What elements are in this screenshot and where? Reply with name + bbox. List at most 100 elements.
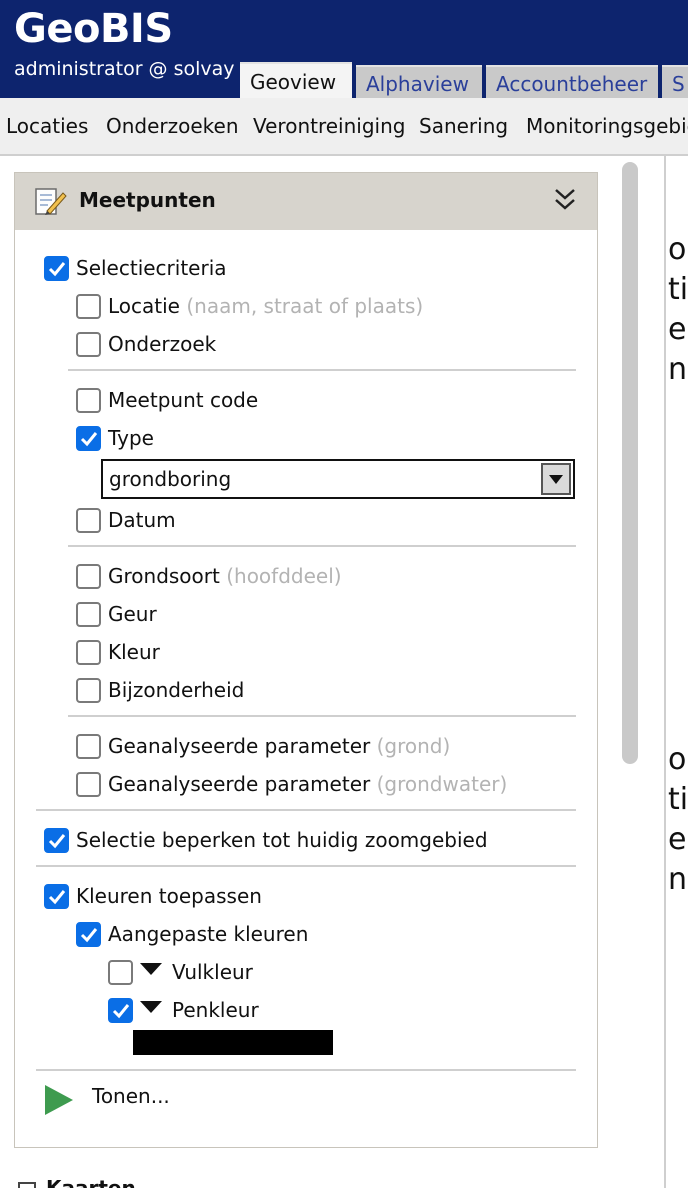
onderzoek-checkbox[interactable] bbox=[76, 332, 101, 357]
nav-onderzoeken[interactable]: Onderzoeken bbox=[106, 114, 239, 138]
app-header: GeoBIS administrator @ solvay Geoview Al… bbox=[0, 0, 688, 99]
user-info: administrator @ solvay bbox=[14, 58, 235, 80]
bijzonderheid-checkbox[interactable] bbox=[76, 678, 101, 703]
tonen-button[interactable]: Tonen... bbox=[92, 1084, 170, 1108]
right-text: o bbox=[668, 742, 687, 777]
brand-logo: GeoBIS bbox=[14, 6, 173, 52]
divider bbox=[36, 1069, 576, 1071]
selectiecriteria-checkbox[interactable] bbox=[44, 256, 69, 281]
selectiecriteria-label: Selectiecriteria bbox=[76, 256, 227, 280]
penkleur-row[interactable]: Penkleur bbox=[108, 995, 308, 1025]
grondsoort-hint: (hoofddeel) bbox=[226, 564, 342, 588]
dropdown-button[interactable] bbox=[541, 463, 571, 495]
right-text: o bbox=[668, 232, 687, 267]
geur-row[interactable]: Geur bbox=[76, 599, 376, 629]
right-text: e c bbox=[668, 312, 688, 347]
param-water-checkbox[interactable] bbox=[76, 772, 101, 797]
zoom-row[interactable]: Selectie beperken tot huidig zoomgebied bbox=[44, 825, 564, 855]
edit-document-icon bbox=[35, 188, 67, 215]
divider bbox=[68, 369, 576, 371]
param-grond-row[interactable]: Geanalyseerde parameter (grond) bbox=[76, 731, 576, 761]
right-panel: o ti e c ng o ti e c ng bbox=[664, 156, 688, 1188]
divider bbox=[36, 865, 576, 867]
param-water-label: Geanalyseerde parameter bbox=[108, 772, 371, 796]
meetpunten-panel: Meetpunten Selectiecriteria Locatie (naa… bbox=[14, 172, 598, 1148]
selectiecriteria-row[interactable]: Selectiecriteria bbox=[44, 253, 344, 283]
zoom-checkbox[interactable] bbox=[44, 828, 69, 853]
kleuren-checkbox[interactable] bbox=[44, 884, 69, 909]
kaarten-title: Kaarten bbox=[46, 1176, 136, 1188]
vulkleur-checkbox[interactable] bbox=[108, 960, 133, 985]
param-water-hint: (grondwater) bbox=[376, 772, 508, 796]
meetpunt-code-checkbox[interactable] bbox=[76, 388, 101, 413]
meetpunt-code-label: Meetpunt code bbox=[108, 388, 259, 412]
bijzonderheid-row[interactable]: Bijzonderheid bbox=[76, 675, 376, 705]
double-chevron-down-icon[interactable] bbox=[553, 187, 577, 213]
onderzoek-label: Onderzoek bbox=[108, 332, 217, 356]
locatie-checkbox[interactable] bbox=[76, 294, 101, 319]
geur-label: Geur bbox=[108, 602, 157, 626]
divider bbox=[36, 809, 576, 811]
locatie-row[interactable]: Locatie (naam, straat of plaats) bbox=[76, 291, 576, 321]
kaarten-checkbox[interactable] bbox=[18, 1182, 36, 1188]
grondsoort-checkbox[interactable] bbox=[76, 564, 101, 589]
right-text: ng bbox=[668, 862, 688, 897]
tab-geoview[interactable]: Geoview bbox=[240, 62, 352, 99]
aangepast-checkbox[interactable] bbox=[76, 922, 101, 947]
penkleur-checkbox[interactable] bbox=[108, 998, 133, 1023]
vulkleur-label: Vulkleur bbox=[172, 960, 253, 984]
type-row[interactable]: Type bbox=[76, 423, 376, 453]
onderzoek-row[interactable]: Onderzoek bbox=[76, 329, 376, 359]
divider bbox=[68, 715, 576, 717]
type-checkbox[interactable] bbox=[76, 426, 101, 451]
type-select[interactable]: grondboring bbox=[101, 459, 575, 499]
grondsoort-label: Grondsoort bbox=[108, 564, 220, 588]
right-text: ng bbox=[668, 352, 688, 387]
param-grond-hint: (grond) bbox=[376, 734, 451, 758]
type-label: Type bbox=[108, 426, 154, 450]
penkleur-label: Penkleur bbox=[172, 998, 259, 1022]
meetpunt-code-row[interactable]: Meetpunt code bbox=[76, 385, 376, 415]
penkleur-color-swatch[interactable] bbox=[133, 1030, 333, 1055]
datum-label: Datum bbox=[108, 508, 176, 532]
param-water-row[interactable]: Geanalyseerde parameter (grondwater) bbox=[76, 769, 576, 799]
tab-accountbeheer[interactable]: Accountbeheer bbox=[486, 65, 658, 99]
right-text: ti bbox=[668, 782, 688, 817]
vulkleur-row[interactable]: Vulkleur bbox=[108, 957, 308, 987]
geur-checkbox[interactable] bbox=[76, 602, 101, 627]
param-grond-checkbox[interactable] bbox=[76, 734, 101, 759]
aangepast-label: Aangepaste kleuren bbox=[108, 922, 309, 946]
play-icon[interactable] bbox=[45, 1085, 73, 1115]
tab-s[interactable]: S bbox=[662, 65, 688, 99]
panel-header[interactable]: Meetpunten bbox=[15, 173, 597, 230]
caret-down-icon[interactable] bbox=[140, 963, 162, 975]
kleuren-row[interactable]: Kleuren toepassen bbox=[44, 881, 344, 911]
grondsoort-row[interactable]: Grondsoort (hoofddeel) bbox=[76, 561, 476, 591]
right-text: ti bbox=[668, 272, 688, 307]
kleuren-label: Kleuren toepassen bbox=[76, 884, 262, 908]
datum-row[interactable]: Datum bbox=[76, 505, 376, 535]
right-text: e c bbox=[668, 822, 688, 857]
kleur-checkbox[interactable] bbox=[76, 640, 101, 665]
kleur-row[interactable]: Kleur bbox=[76, 637, 376, 667]
panel-title: Meetpunten bbox=[79, 188, 216, 212]
tab-alphaview[interactable]: Alphaview bbox=[356, 65, 482, 99]
zoom-label: Selectie beperken tot huidig zoomgebied bbox=[76, 828, 488, 852]
aangepast-row[interactable]: Aangepaste kleuren bbox=[76, 919, 376, 949]
scrollbar-thumb[interactable] bbox=[622, 162, 638, 764]
nav-monitoringsgebied[interactable]: Monitoringsgebied bbox=[526, 114, 688, 138]
divider bbox=[68, 545, 576, 547]
kleur-label: Kleur bbox=[108, 640, 160, 664]
caret-down-icon[interactable] bbox=[140, 1001, 162, 1013]
param-grond-label: Geanalyseerde parameter bbox=[108, 734, 371, 758]
locatie-label: Locatie bbox=[108, 294, 180, 318]
datum-checkbox[interactable] bbox=[76, 508, 101, 533]
bijzonderheid-label: Bijzonderheid bbox=[108, 678, 245, 702]
locatie-hint: (naam, straat of plaats) bbox=[186, 294, 424, 318]
type-select-value: grondboring bbox=[109, 467, 232, 491]
main-nav: Locaties Onderzoeken Verontreiniging San… bbox=[0, 98, 688, 156]
triangle-down-icon bbox=[549, 475, 563, 484]
nav-sanering[interactable]: Sanering bbox=[419, 114, 508, 138]
nav-locaties[interactable]: Locaties bbox=[6, 114, 88, 138]
nav-verontreiniging[interactable]: Verontreiniging bbox=[253, 114, 405, 138]
